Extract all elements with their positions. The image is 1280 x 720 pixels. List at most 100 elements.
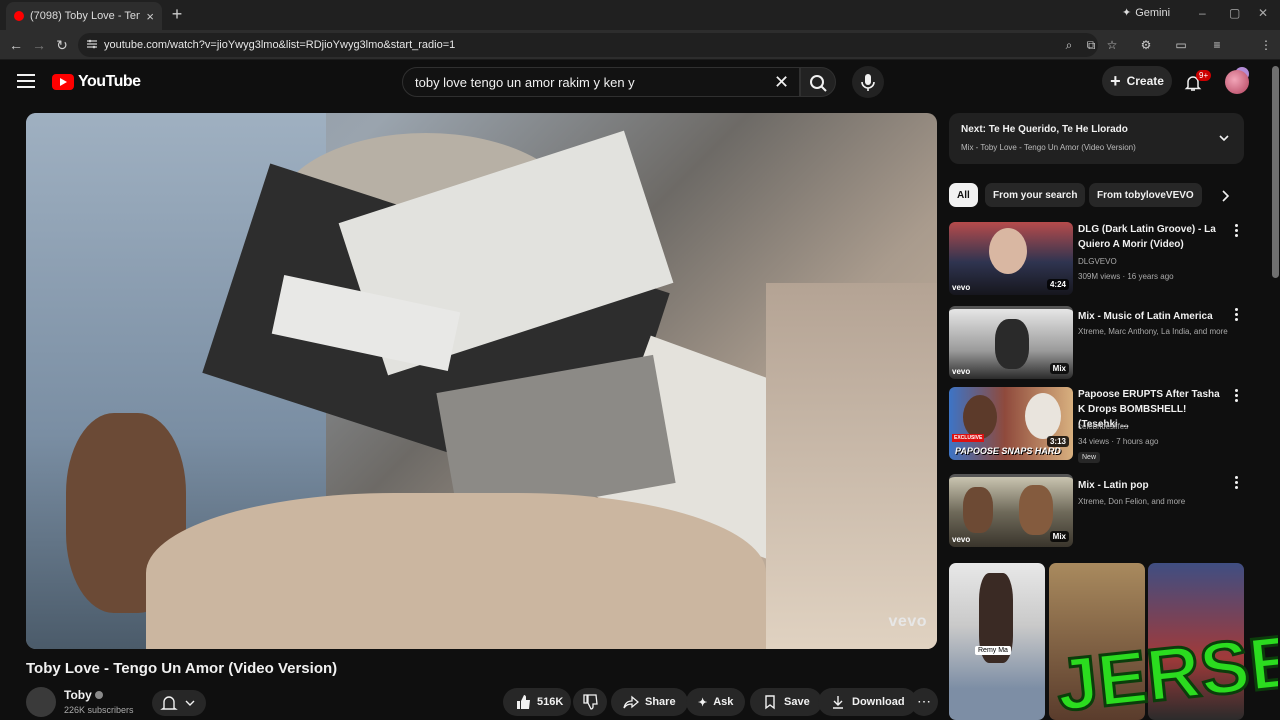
account-avatar[interactable] [1225,70,1249,94]
search-input[interactable]: toby love tengo un amor rakim y ken y [402,67,800,97]
youtube-play-icon [52,74,74,90]
new-badge: New [1078,452,1101,463]
thumbnail-face-right [1025,393,1061,439]
jersey-overlay-graphic: JERSEY [1051,612,1278,720]
channel-avatar[interactable] [26,687,56,717]
bell-chevron-icon [160,696,195,710]
voice-search-button[interactable] [852,66,884,98]
clear-search-icon[interactable]: ✕ [774,73,789,91]
back-arrow-icon[interactable]: ← [8,37,24,53]
create-button[interactable]: + Create [1102,66,1172,96]
mix-thumbnail[interactable]: vevo Mix [949,306,1073,379]
bookmark-star-icon[interactable]: ☆ [1105,38,1119,52]
recommendation-item[interactable]: vevo Mix Mix - Music of Latin America Xt… [949,306,1249,382]
site-settings-icon[interactable] [86,38,98,50]
next-video-title: Te He Querido, Te He Llorado [988,124,1128,135]
browser-tabbar: (7098) Toby Love - Tengo U × + ✦ Gemini … [0,0,1280,30]
page-scrollbar[interactable] [1272,66,1279,278]
reload-icon[interactable]: ↻ [54,37,70,54]
playlist-name: Mix - Toby Love - Tengo Un Amor (Video V… [961,143,1136,152]
duration-badge: 4:24 [1046,279,1069,290]
recommendation-item[interactable]: vevo 4:24 DLG (Dark Latin Groove) - La Q… [949,222,1249,298]
gemini-button[interactable]: ✦ Gemini [1122,6,1170,20]
close-window-icon[interactable]: ✕ [1258,6,1268,20]
chevron-right-icon[interactable] [1218,189,1232,203]
more-options-icon[interactable] [1235,224,1239,238]
chevron-down-icon[interactable] [1218,132,1230,144]
short-thumbnail[interactable]: Remy Ma [949,563,1045,720]
download-label: Download [852,696,905,708]
share-label: Share [645,696,676,708]
next-label: Next: [961,124,987,135]
chip-from-your-search[interactable]: From your search [985,183,1086,207]
sparkle-icon: ✦ [1122,7,1132,19]
mix-thumbnail[interactable]: vevo Mix [949,474,1073,547]
cast-icon[interactable]: ▭ [1174,38,1188,52]
youtube-header: YouTube toby love tengo un amor rakim y … [0,60,1280,106]
recommendation-item[interactable]: vevo Mix Mix - Latin pop Xtreme, Don Fel… [949,474,1249,550]
thumbs-up-icon [517,695,530,709]
vevo-label: vevo [952,283,971,292]
maximize-icon[interactable]: ▢ [1229,6,1240,20]
install-app-icon[interactable]: ⧉ [1084,38,1098,52]
recommendation-channel: celebritieslifes [1078,422,1129,431]
reading-list-icon[interactable]: ≡ [1210,38,1224,52]
new-tab-button[interactable]: + [168,4,186,24]
sparkle-ask-icon: ✦ [698,696,708,709]
search-query: toby love tengo un amor rakim y ken y [415,74,635,90]
tab-title: (7098) Toby Love - Tengo U [30,10,141,22]
notification-preferences-button[interactable] [152,690,206,716]
chip-from-channel[interactable]: From tobyloveVEVO [1089,183,1202,207]
mix-badge: Mix [1049,531,1069,542]
download-button[interactable]: Download [818,688,917,716]
dislike-button[interactable] [573,688,607,716]
jersey-overlay-text: JERSEY [1052,614,1278,720]
browser-menu-icon[interactable]: ⋮ [1259,38,1273,52]
ask-button[interactable]: ✦ Ask [686,688,746,716]
recommendation-channel: Xtreme, Don Felion, and more [1078,497,1186,506]
thumbnail-figure-left [963,487,993,533]
video-title: Toby Love - Tengo Un Amor (Video Version… [26,660,338,677]
thumbs-down-icon [583,694,598,710]
plus-icon: + [1110,71,1121,91]
search-icon [810,75,827,92]
share-button[interactable]: Share [611,688,688,716]
zoom-icon[interactable]: ⌕ [1062,38,1076,52]
youtube-favicon-icon [14,11,24,21]
channel-name[interactable]: Toby [64,688,103,702]
minimize-icon[interactable]: – [1199,6,1206,20]
extensions-icon[interactable]: ⚙ [1139,38,1153,52]
more-options-icon[interactable] [1235,476,1239,490]
up-next-title: Next: Te He Querido, Te He Llorado [961,124,1128,135]
vevo-label: vevo [952,535,971,544]
recommendation-title: Mix - Music of Latin America [1078,311,1213,322]
more-actions-button[interactable]: ⋯ [910,688,938,716]
video-thumbnail[interactable]: EXCLUSIVE PAPOOSE SNAPS HARD 3:13 [949,387,1073,460]
video-player[interactable]: vevo [26,113,937,649]
thumbnail-figure [995,319,1029,369]
forward-arrow-icon[interactable]: → [31,37,47,53]
short-label: Remy Ma [975,646,1011,655]
youtube-logo[interactable]: YouTube [52,73,141,91]
verified-icon [94,691,103,699]
recommendation-channel: DLGVEVO [1078,257,1117,266]
chip-all[interactable]: All [949,183,978,207]
more-options-icon[interactable] [1235,389,1239,403]
more-options-icon[interactable] [1235,308,1239,322]
subscriber-count: 226K subscribers [64,705,134,715]
bookmark-icon [765,695,775,710]
vevo-label: vevo [952,367,971,376]
recommendation-item[interactable]: EXCLUSIVE PAPOOSE SNAPS HARD 3:13 Papoos… [949,387,1249,463]
recommendation-title: DLG (Dark Latin Groove) - La Quiero A Mo… [1078,224,1216,250]
hamburger-menu-icon[interactable] [17,74,35,88]
browser-tab[interactable]: (7098) Toby Love - Tengo U × [6,2,162,30]
save-button[interactable]: Save [750,688,822,716]
address-bar[interactable]: youtube.com/watch?v=jioYwyg3lmo&list=RDj… [78,33,1098,57]
microphone-icon [861,74,875,91]
video-thumbnail[interactable]: vevo 4:24 [949,222,1073,295]
up-next-panel[interactable]: Next: Te He Querido, Te He Llorado Mix -… [949,113,1244,164]
like-button[interactable]: 516K [503,688,571,716]
tab-close-icon[interactable]: × [146,9,154,24]
search-button[interactable] [800,67,836,97]
share-icon [623,695,639,709]
